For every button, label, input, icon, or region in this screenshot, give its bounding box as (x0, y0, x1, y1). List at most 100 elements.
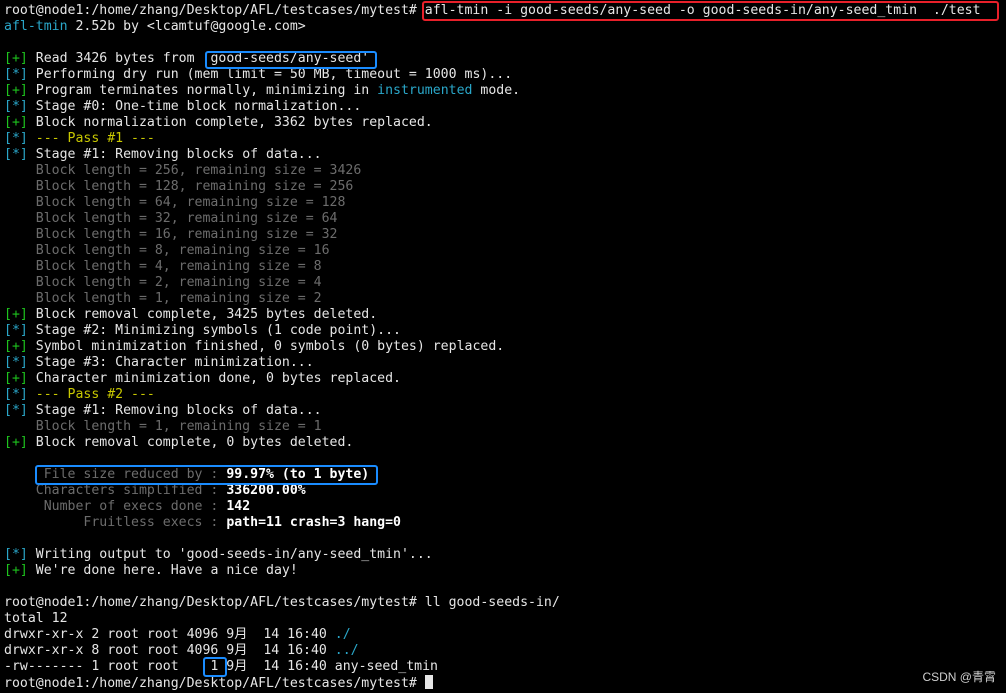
terminal-line: [*] --- Pass #1 --- (4, 131, 1006, 147)
terminal-line: afl-tmin 2.52b by <lcamtuf@google.com> (4, 19, 1006, 35)
terminal-line: root@node1:/home/zhang/Desktop/AFL/testc… (4, 595, 1006, 611)
terminal-text: [*] (4, 67, 28, 82)
terminal-text: afl-tmin -i good-seeds/any-seed -o good-… (424, 3, 981, 18)
terminal-text: root@node1:/home/zhang/Desktop/AFL/testc… (4, 3, 425, 18)
terminal-text: drwxr-xr-x 2 root root 4096 9月 14 16:40 (4, 627, 335, 642)
terminal-line: [*] Stage #1: Removing blocks of data... (4, 147, 1006, 163)
terminal-line: [+] Program terminates normally, minimiz… (4, 83, 1006, 99)
terminal-text: ../ (334, 643, 359, 658)
terminal-line: Block length = 1, remaining size = 2 (4, 291, 1006, 307)
terminal-line: Block length = 4, remaining size = 8 (4, 259, 1006, 275)
terminal-line: File size reduced by : 99.97% (to 1 byte… (4, 467, 1006, 483)
terminal-text: --- Pass #1 --- (27, 131, 155, 146)
terminal-text: Block length = 8, remaining size = 16 (4, 243, 330, 258)
terminal-text: Block length = 128, remaining size = 256 (4, 179, 354, 194)
terminal-line: [*] Stage #2: Minimizing symbols (1 code… (4, 323, 1006, 339)
terminal-text: Block length = 2, remaining size = 4 (4, 275, 322, 290)
terminal-line: Block length = 256, remaining size = 342… (4, 163, 1006, 179)
terminal-text: 336200.00% (226, 483, 306, 498)
terminal-line: total 12 (4, 611, 1006, 627)
terminal-line: root@node1:/home/zhang/Desktop/AFL/testc… (4, 3, 1006, 19)
terminal-text: [+] (4, 83, 28, 98)
terminal-text: File size reduced by : (4, 467, 227, 482)
terminal-text: Block length = 4, remaining size = 8 (4, 259, 322, 274)
terminal-text: [+] (4, 339, 28, 354)
terminal-text: Symbol minimization finished, 0 symbols … (27, 339, 505, 354)
terminal-line: [+] Symbol minimization finished, 0 symb… (4, 339, 1006, 355)
terminal-line: [*] Stage #0: One-time block normalizati… (4, 99, 1006, 115)
terminal-text: Block normalization complete, 3362 bytes… (27, 115, 433, 130)
terminal-line: Block length = 8, remaining size = 16 (4, 243, 1006, 259)
terminal-line: [+] Block removal complete, 3425 bytes d… (4, 307, 1006, 323)
terminal-line: root@node1:/home/zhang/Desktop/AFL/testc… (4, 675, 1006, 691)
watermark: CSDN @青霄 (922, 670, 996, 684)
terminal-text: -rw------- 1 root root 1 9月 14 16:40 any… (4, 659, 438, 674)
terminal-text: Read 3426 bytes from 'good-seeds/any-see… (27, 51, 370, 66)
terminal-text: [*] (4, 99, 28, 114)
terminal-line: Number of execs done : 142 (4, 499, 1006, 515)
cursor (424, 675, 433, 689)
terminal-text: ./ (334, 627, 351, 642)
terminal-text: Block length = 32, remaining size = 64 (4, 211, 338, 226)
terminal-text: Block removal complete, 0 bytes deleted. (27, 435, 354, 450)
terminal-text: Stage #2: Minimizing symbols (1 code poi… (27, 323, 401, 338)
terminal-text: [*] (4, 355, 28, 370)
terminal-line: Block length = 1, remaining size = 1 (4, 419, 1006, 435)
terminal-text: [*] (4, 547, 28, 562)
terminal-text: Fruitless execs : (4, 515, 227, 530)
terminal-text: total 12 (4, 611, 68, 626)
terminal-line: Characters simplified : 336200.00% (4, 483, 1006, 499)
terminal-text: Character minimization done, 0 bytes rep… (27, 371, 401, 386)
terminal-text: afl-tmin (4, 19, 68, 34)
terminal-text: [*] (4, 323, 28, 338)
terminal-text: Characters simplified : (4, 483, 227, 498)
terminal-text: Block length = 64, remaining size = 128 (4, 195, 346, 210)
terminal-text: [*] (4, 147, 28, 162)
terminal-line: Fruitless execs : path=11 crash=3 hang=0 (4, 515, 1006, 531)
terminal-line: Block length = 64, remaining size = 128 (4, 195, 1006, 211)
terminal-text: 2.52b by <lcamtuf@google.com> (67, 19, 306, 34)
terminal-text: --- Pass #2 --- (27, 387, 155, 402)
terminal-text: Block length = 1, remaining size = 1 (4, 419, 322, 434)
terminal-line: Block length = 128, remaining size = 256 (4, 179, 1006, 195)
terminal-text: [+] (4, 435, 28, 450)
terminal-text: Writing output to 'good-seeds-in/any-see… (27, 547, 433, 562)
terminal-text: Block removal complete, 3425 bytes delet… (27, 307, 378, 322)
terminal-line: [*] Writing output to 'good-seeds-in/any… (4, 547, 1006, 563)
terminal-text: Stage #1: Removing blocks of data... (27, 403, 322, 418)
terminal-text: [*] (4, 131, 28, 146)
terminal-line: Block length = 32, remaining size = 64 (4, 211, 1006, 227)
terminal-text: 99.97% (to 1 byte) (226, 467, 370, 482)
terminal-text: Number of execs done : (4, 499, 227, 514)
terminal-text: [*] (4, 403, 28, 418)
terminal-text: [+] (4, 51, 28, 66)
terminal-text: 142 (226, 499, 251, 514)
terminal-line: [*] Stage #1: Removing blocks of data... (4, 403, 1006, 419)
terminal-line: [*] --- Pass #2 --- (4, 387, 1006, 403)
terminal-text: root@node1:/home/zhang/Desktop/AFL/testc… (4, 676, 425, 691)
terminal-text: Block length = 256, remaining size = 342… (4, 163, 362, 178)
terminal-line: [+] We're done here. Have a nice day! (4, 563, 1006, 579)
terminal-text: mode. (472, 83, 521, 98)
terminal-text: [+] (4, 307, 28, 322)
terminal-text: [*] (4, 387, 28, 402)
terminal-text: drwxr-xr-x 8 root root 4096 9月 14 16:40 (4, 643, 335, 658)
terminal-text: Program terminates normally, minimizing … (27, 83, 378, 98)
terminal-text: Block length = 16, remaining size = 32 (4, 227, 338, 242)
terminal-text: Stage #1: Removing blocks of data... (27, 147, 322, 162)
terminal-text: Stage #0: One-time block normalization..… (27, 99, 362, 114)
terminal-line: [+] Block removal complete, 0 bytes dele… (4, 435, 1006, 451)
terminal-output[interactable]: root@node1:/home/zhang/Desktop/AFL/testc… (4, 3, 1006, 691)
terminal-text: path=11 crash=3 hang=0 (226, 515, 401, 530)
terminal-line: drwxr-xr-x 2 root root 4096 9月 14 16:40 … (4, 627, 1006, 643)
terminal-text: [+] (4, 115, 28, 130)
terminal-line: Block length = 2, remaining size = 4 (4, 275, 1006, 291)
terminal-line: [+] Character minimization done, 0 bytes… (4, 371, 1006, 387)
terminal-text: Performing dry run (mem limit = 50 MB, t… (27, 67, 513, 82)
terminal-text: Stage #3: Character minimization... (27, 355, 314, 370)
terminal-line: [*] Performing dry run (mem limit = 50 M… (4, 67, 1006, 83)
